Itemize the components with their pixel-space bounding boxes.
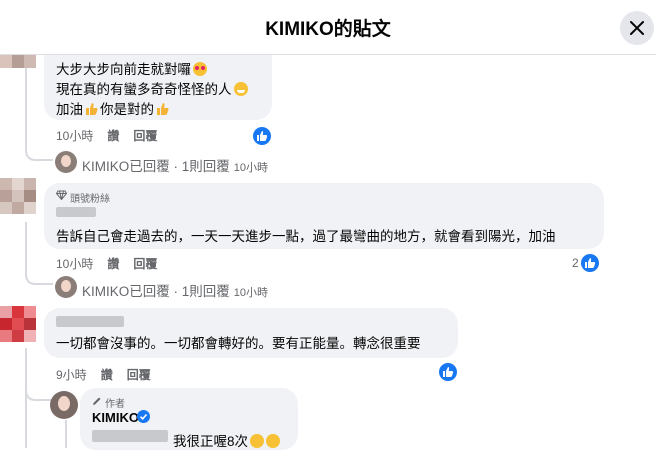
kimiko-avatar[interactable]: [50, 391, 78, 419]
reply-link[interactable]: 回覆: [133, 257, 157, 271]
comment-line: 加油 你是對的: [56, 98, 171, 118]
reply-author[interactable]: KIMIKO: [92, 410, 139, 425]
pencil-icon: [93, 397, 101, 405]
heart-eyes-emoji: [193, 62, 207, 76]
thread-line: [25, 56, 27, 148]
like-icon: [585, 258, 596, 268]
kimiko-avatar[interactable]: [55, 151, 77, 173]
like-link[interactable]: 讚: [107, 257, 119, 271]
comment-meta: 10小時讚回覆: [56, 255, 171, 272]
comment-text: 一切都會沒事的。一切都會轉好的。要有正能量。轉念很重要: [56, 336, 421, 351]
like-count[interactable]: 2: [572, 256, 579, 270]
redacted-commenter-name: [56, 316, 124, 327]
author-badge: 作者: [105, 399, 125, 410]
kiss-emoji: [266, 434, 281, 448]
grin-emoji: [233, 82, 248, 96]
commenter-avatar[interactable]: [0, 306, 36, 342]
like-reaction-badge[interactable]: [438, 362, 458, 382]
comment-time[interactable]: 10小時: [56, 257, 93, 271]
comment-text: 告訴自己會走過去的，一天一天進步一點，過了最彎曲的地方，就會看到陽光，加油: [56, 229, 556, 244]
redacted-commenter-name: [56, 207, 96, 217]
commenter-avatar[interactable]: [0, 54, 36, 68]
thread-line: [65, 420, 67, 448]
comment-meta: 9小時讚回覆: [56, 366, 165, 383]
like-link[interactable]: 讚: [107, 129, 119, 143]
top-fan-badge: 頭號粉絲: [70, 194, 110, 205]
dialog-header: KIMIKO的貼文: [0, 0, 656, 55]
comment-time[interactable]: 10小時: [56, 129, 93, 143]
thumbs-up-emoji: [157, 103, 169, 115]
dialog-title: KIMIKO的貼文: [265, 19, 391, 40]
reply-link[interactable]: 回覆: [133, 129, 157, 143]
commenter-avatar[interactable]: [0, 178, 36, 214]
diamond-icon: [56, 190, 67, 200]
like-link[interactable]: 讚: [101, 368, 113, 382]
thread-connector: [25, 140, 53, 161]
like-reaction-badge[interactable]: [252, 126, 272, 146]
laughing-emoji: [250, 434, 265, 448]
comment-line: 現在真的有蠻多奇奇怪怪的人: [56, 78, 248, 98]
thumbs-up-emoji: [86, 103, 98, 115]
thread-connector: [25, 264, 53, 285]
like-icon: [257, 131, 268, 141]
view-replies-link[interactable]: KIMIKO已回覆 · 1則回覆 10小時: [82, 155, 268, 175]
reply-text: 我很正喔8次: [173, 430, 281, 450]
comment-meta: 10小時讚回覆: [56, 127, 171, 144]
close-button[interactable]: [620, 11, 654, 45]
redacted-mention: [92, 430, 168, 442]
comment-line: 大步大步向前走就對囉: [56, 58, 207, 78]
comment-time[interactable]: 9小時: [56, 368, 87, 382]
like-icon: [443, 367, 454, 377]
view-replies-link[interactable]: KIMIKO已回覆 · 1則回覆 10小時: [82, 280, 268, 300]
kimiko-avatar[interactable]: [55, 276, 77, 298]
verified-badge-icon: [137, 410, 150, 423]
like-reaction-badge[interactable]: [580, 253, 600, 273]
reply-link[interactable]: 回覆: [127, 368, 151, 382]
close-icon: [630, 21, 644, 35]
